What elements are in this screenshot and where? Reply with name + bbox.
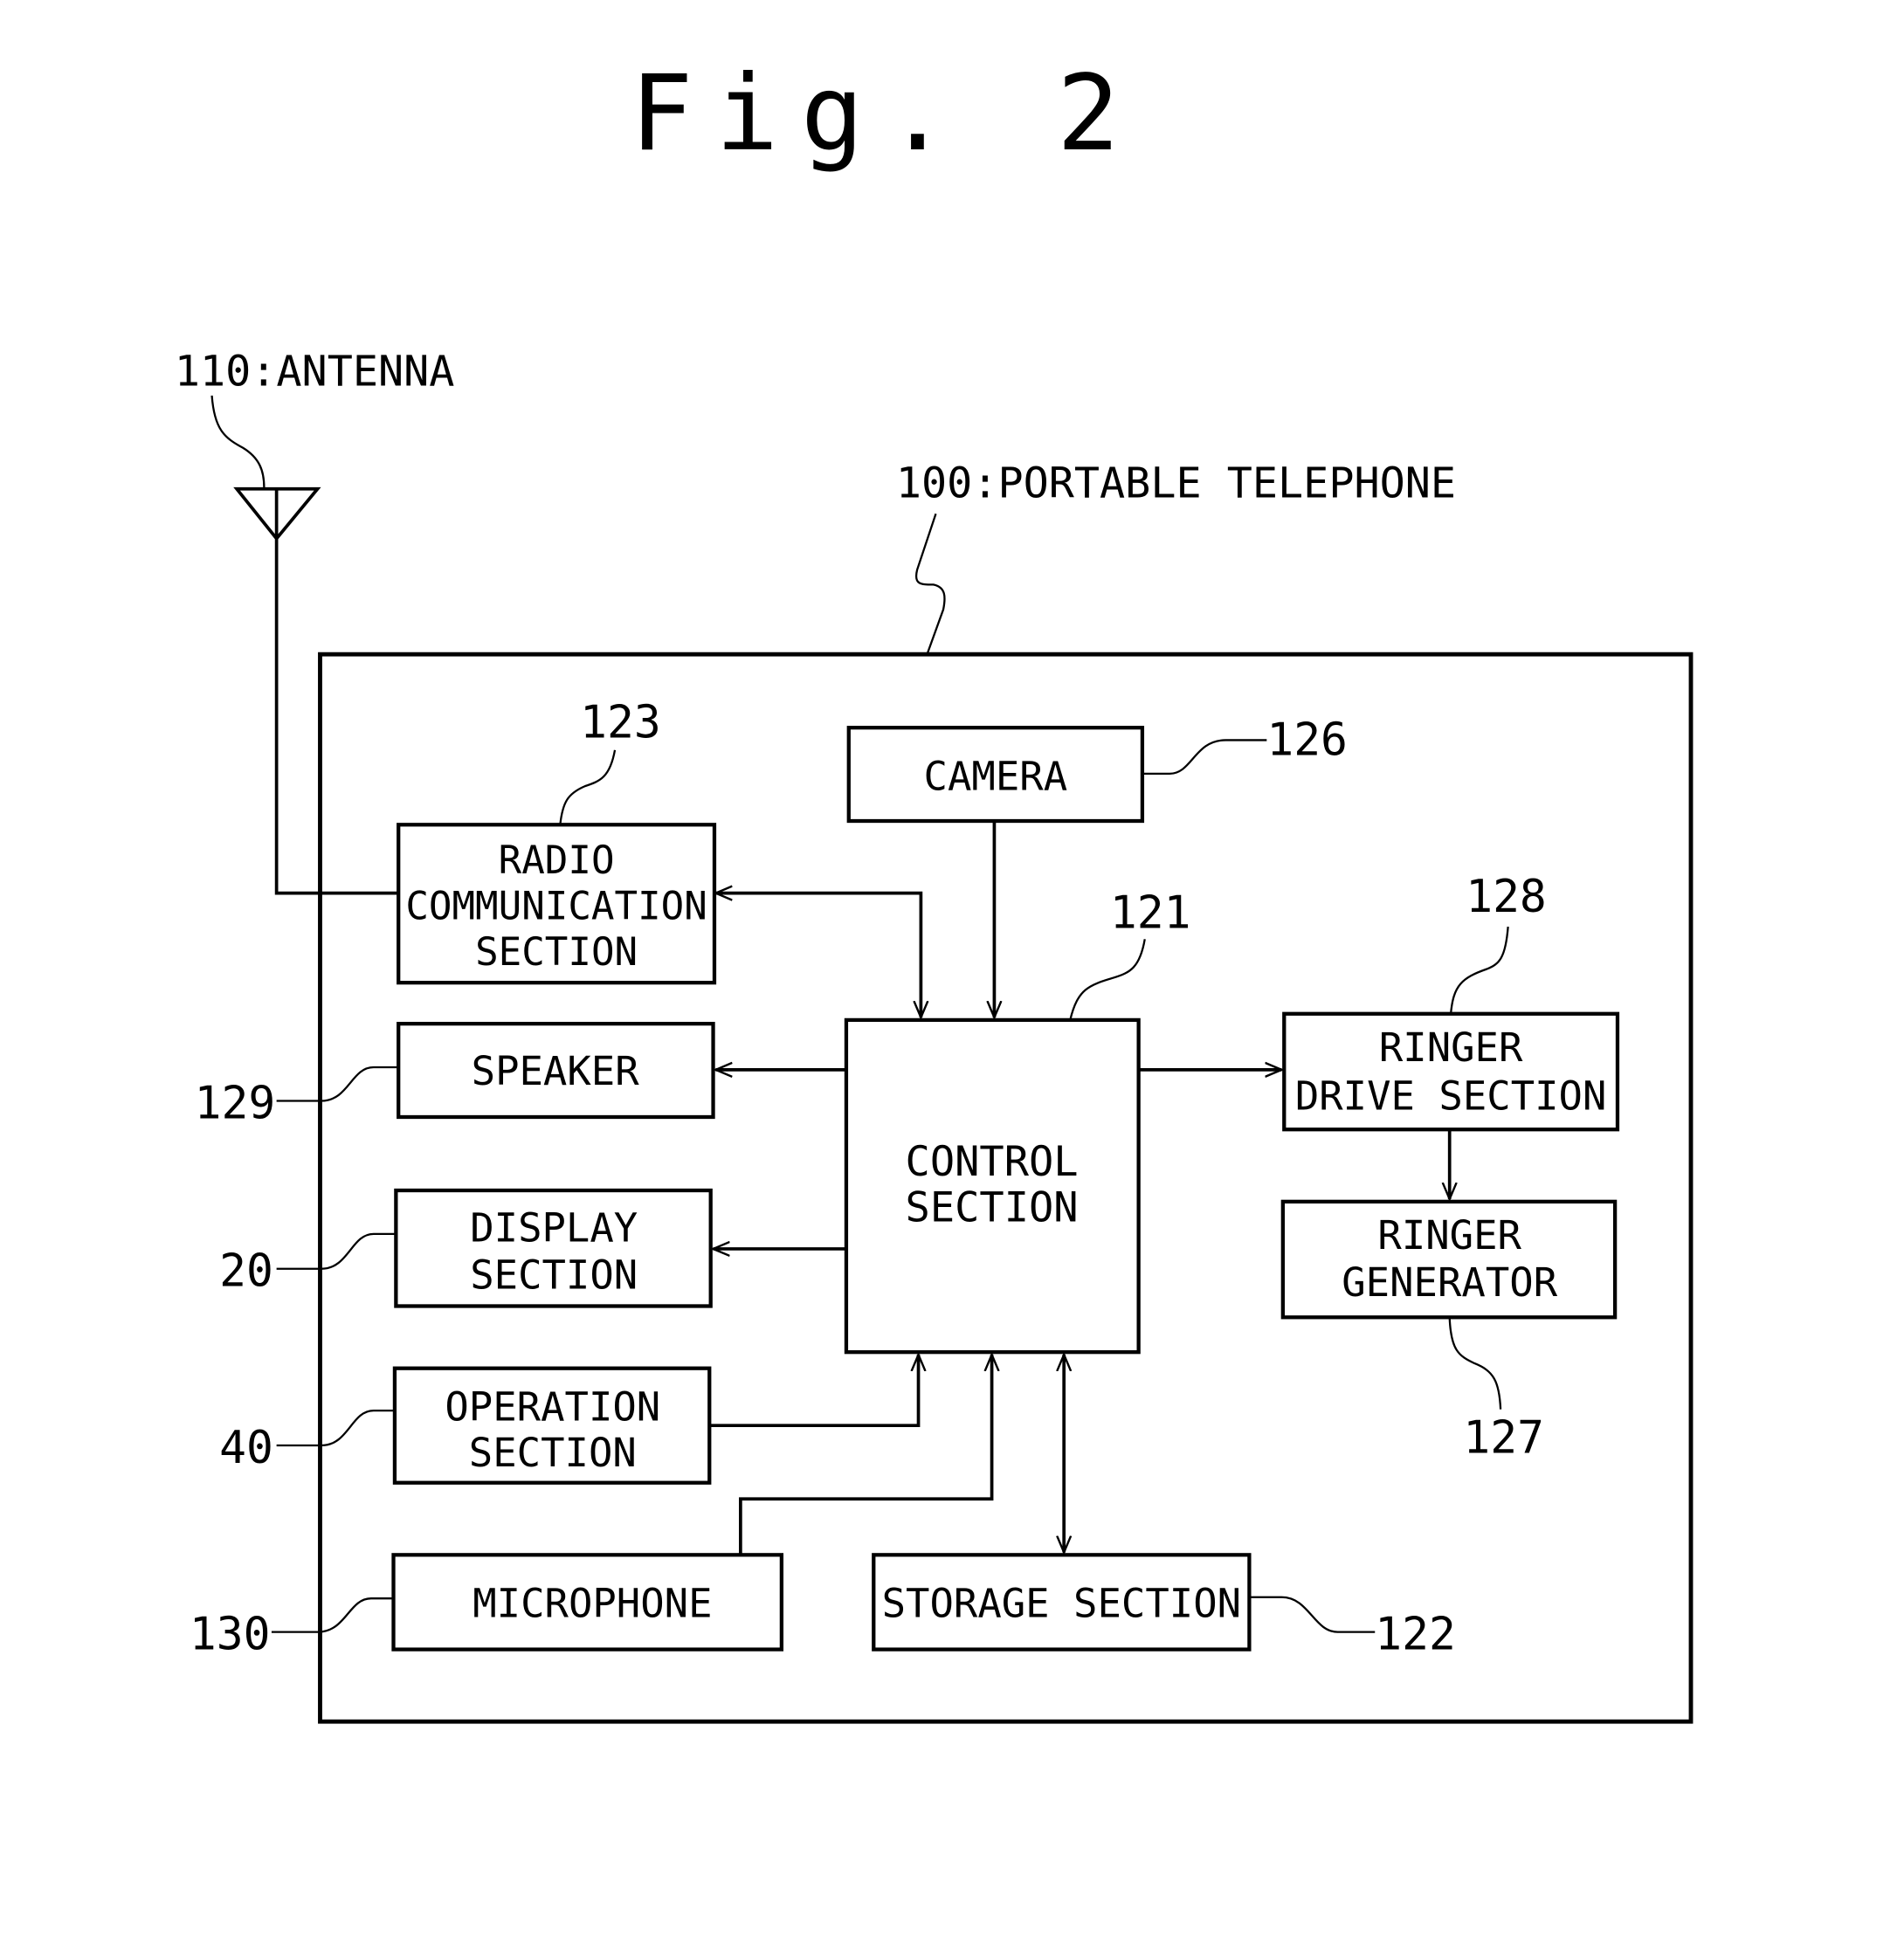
radio-label-3: SECTION [475, 930, 638, 975]
display-label-1: DISPLAY [470, 1204, 638, 1251]
arrow-microphone-control [739, 1355, 992, 1555]
microphone-block: MICROPHONE 130 [190, 1553, 784, 1661]
ringer-drive-label-1: RINGER [1379, 1024, 1523, 1071]
radio-communication-block: RADIO COMMUNICATION SECTION 123 [397, 697, 717, 985]
arrow-radio-control [715, 893, 921, 1017]
ringer-drive-label-2: DRIVE SECTION [1295, 1072, 1607, 1119]
display-section-block: DISPLAY SECTION 20 [219, 1188, 713, 1308]
operation-section-block: OPERATION SECTION 40 [219, 1366, 712, 1485]
block-diagram: Fig. 2 110:ANTENNA 100:PORTABLE TELEPHON… [175, 53, 1694, 1724]
control-label-1: CONTROL [906, 1138, 1079, 1186]
device-label: 100:PORTABLE TELEPHONE [896, 459, 1456, 508]
antenna-leader [210, 395, 266, 488]
antenna-icon [233, 486, 399, 895]
radio-ref: 123 [580, 697, 661, 749]
device-leader [914, 513, 946, 655]
display-ref: 20 [219, 1245, 273, 1298]
control-section-block: CONTROL SECTION 121 [844, 886, 1191, 1355]
camera-label: CAMERA [924, 753, 1068, 799]
microphone-ref: 130 [190, 1609, 271, 1661]
arrow-operation-control [709, 1355, 918, 1428]
antenna: 110:ANTENNA [175, 348, 455, 895]
operation-label-1: OPERATION [445, 1384, 660, 1431]
microphone-label: MICROPHONE [473, 1581, 712, 1627]
figure-title: Fig. 2 [631, 53, 1142, 175]
speaker-label: SPEAKER [472, 1048, 640, 1094]
speaker-ref: 129 [195, 1077, 276, 1129]
operation-label-2: SECTION [469, 1430, 637, 1476]
camera-block: CAMERA 126 [846, 714, 1348, 824]
display-label-2: SECTION [470, 1252, 638, 1299]
control-label-2: SECTION [906, 1184, 1079, 1232]
antenna-label: 110:ANTENNA [175, 348, 455, 397]
ringer-generator-block: RINGER GENERATOR 127 [1280, 1199, 1618, 1465]
storage-section-block: STORAGE SECTION 122 [872, 1553, 1456, 1661]
storage-ref: 122 [1375, 1609, 1456, 1661]
ringer-generator-label-2: GENERATOR [1342, 1259, 1557, 1306]
speaker-block: SPEAKER 129 [195, 1022, 715, 1129]
radio-label-1: RADIO [499, 838, 615, 883]
camera-ref: 126 [1266, 714, 1348, 767]
control-ref: 121 [1110, 886, 1191, 939]
ringer-generator-label-1: RINGER [1377, 1212, 1521, 1259]
storage-label: STORAGE SECTION [882, 1581, 1241, 1627]
ringer-generator-ref: 127 [1463, 1412, 1544, 1465]
ringer-drive-section-block: RINGER DRIVE SECTION 128 [1282, 871, 1620, 1132]
radio-label-2: COMMUNICATION [405, 885, 707, 929]
operation-ref: 40 [219, 1422, 273, 1474]
ringer-drive-ref: 128 [1466, 871, 1547, 923]
